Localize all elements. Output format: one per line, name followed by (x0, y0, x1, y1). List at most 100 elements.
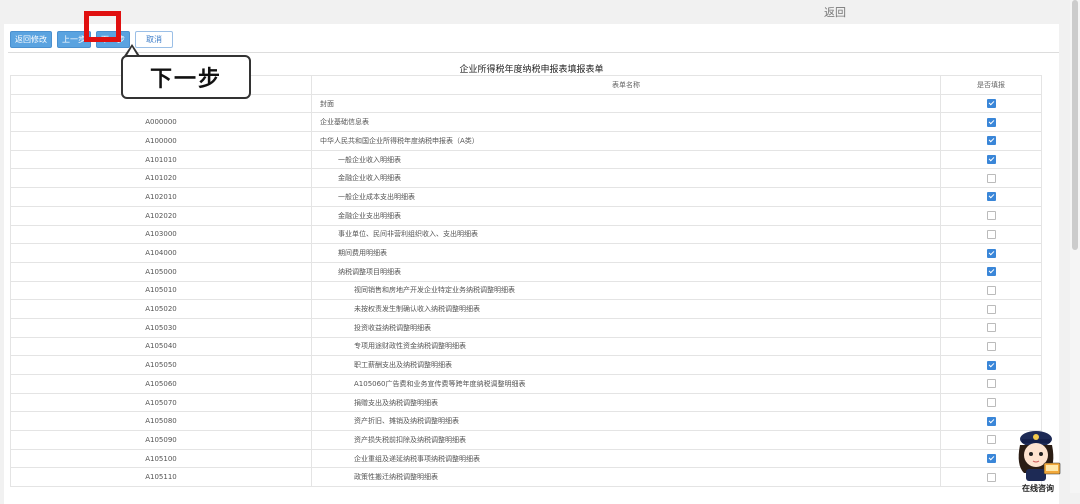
fill-checkbox[interactable] (986, 211, 996, 221)
form-name-cell: 视同销售和房地产开发企业特定业务纳税调整明细表 (311, 280, 941, 301)
form-name-cell: 职工薪酬支出及纳税调整明细表 (311, 355, 941, 375)
form-name-cell: 投资收益纳税调整明细表 (311, 317, 941, 338)
fill-check-cell (940, 280, 1042, 301)
fill-check-cell (940, 355, 1042, 375)
table-row: A105070 捐赠支出及纳税调整明细表 (10, 392, 1042, 413)
fill-check-cell (940, 224, 1042, 245)
fill-checkbox[interactable] (986, 173, 996, 183)
fill-check-cell (940, 93, 1042, 114)
table-row: A105100 企业重组及递延纳税事项纳税调整明细表 (10, 448, 1042, 469)
table-row: A000000 企业基础信息表 (10, 112, 1042, 133)
fill-checkbox[interactable] (986, 304, 996, 314)
form-name-cell: 专项用途财政性资金纳税调整明细表 (311, 336, 941, 357)
form-code-cell: A105090 (10, 430, 312, 450)
mascot-icon[interactable]: 在线咨询 (1002, 425, 1074, 493)
form-name-cell: 期间费用明细表 (311, 243, 941, 263)
table-row: A105110 政策性搬迁纳税调整明细表 (10, 467, 1042, 488)
form-code-cell: A105110 (10, 467, 312, 488)
table-row: A100000 中华人民共和国企业所得税年度纳税申报表（A类） (10, 131, 1042, 151)
fill-checkbox[interactable] (986, 192, 996, 202)
fill-checkbox[interactable] (986, 136, 996, 146)
fill-checkbox[interactable] (986, 267, 996, 277)
fill-check-cell (940, 374, 1042, 394)
fill-check-cell (940, 187, 1042, 207)
form-code-cell: A105040 (10, 336, 312, 357)
fill-checkbox[interactable] (986, 379, 996, 389)
form-name-cell: 政策性搬迁纳税调整明细表 (311, 467, 941, 488)
form-name-cell: 纳税调整项目明细表 (311, 261, 941, 282)
fill-checkbox[interactable] (986, 99, 996, 109)
table-row: A104000 期间费用明细表 (10, 243, 1042, 263)
table-row: A105060 A105060广告费和业务宣传费等跨年度纳税调整明细表 (10, 374, 1042, 394)
form-name-cell: 封面 (311, 93, 941, 114)
table-row: A105010 视同销售和房地产开发企业特定业务纳税调整明细表 (10, 280, 1042, 301)
form-name-cell: 企业重组及递延纳税事项纳税调整明细表 (311, 448, 941, 469)
fill-checkbox[interactable] (986, 155, 996, 165)
form-name-cell: 未按权责发生制确认收入纳税调整明细表 (311, 299, 941, 319)
table-row: A105020 未按权责发生制确认收入纳税调整明细表 (10, 299, 1042, 319)
fill-checkbox[interactable] (986, 416, 996, 426)
fill-checkbox[interactable] (986, 341, 996, 351)
table-row: A105000 纳税调整项目明细表 (10, 261, 1042, 282)
form-code-cell: A105020 (10, 299, 312, 319)
back-modify-button[interactable]: 返回修改 (10, 31, 52, 48)
form-code-cell: A105100 (10, 448, 312, 469)
form-code-cell: A102010 (10, 187, 312, 207)
form-table: 表单名称 是否填报 封面 A000000 企业基础信息表 A100000 中华人民共和国… (10, 75, 1042, 488)
fill-check-cell (940, 131, 1042, 151)
form-name-cell: 企业基础信息表 (311, 112, 941, 133)
table-row: A102020 金融企业支出明细表 (10, 205, 1042, 226)
fill-checkbox[interactable] (986, 360, 996, 370)
table-row: A102010 一般企业成本支出明细表 (10, 187, 1042, 207)
name-column-header: 表单名称 (311, 75, 941, 95)
form-code-cell: A105080 (10, 411, 312, 432)
form-name-cell: 资产损失税前扣除及纳税调整明细表 (311, 430, 941, 450)
form-code-cell: A104000 (10, 243, 312, 263)
fill-checkbox[interactable] (986, 398, 996, 408)
fill-checkbox[interactable] (986, 285, 996, 295)
toolbar-divider (8, 52, 1059, 53)
fill-checkbox[interactable] (986, 117, 996, 127)
scrollbar-thumb[interactable] (1072, 0, 1078, 250)
form-code-cell: A102020 (10, 205, 312, 226)
fill-check-cell (940, 205, 1042, 226)
fill-check-cell (940, 299, 1042, 319)
scrollbar[interactable] (1070, 0, 1080, 493)
form-code-cell: A101010 (10, 149, 312, 170)
table-row: A103000 事业单位、民间非营利组织收入、支出明细表 (10, 224, 1042, 245)
form-code-cell: A000000 (10, 112, 312, 133)
table-row: A105030 投资收益纳税调整明细表 (10, 317, 1042, 338)
form-name-cell: A105060广告费和业务宣传费等跨年度纳税调整明细表 (311, 374, 941, 394)
fill-checkbox[interactable] (986, 472, 996, 482)
fill-checkbox[interactable] (986, 229, 996, 239)
table-row: A105090 资产损失税前扣除及纳税调整明细表 (10, 430, 1042, 450)
next-step-highlight (84, 11, 121, 42)
fill-check-cell (940, 336, 1042, 357)
form-code-cell: A103000 (10, 224, 312, 245)
cancel-button[interactable]: 取消 (135, 31, 173, 48)
fill-check-cell (940, 243, 1042, 263)
form-code-cell: A105070 (10, 392, 312, 413)
form-code-cell: A105010 (10, 280, 312, 301)
table-row: A105080 资产折旧、摊销及纳税调整明细表 (10, 411, 1042, 432)
form-name-cell: 一般企业成本支出明细表 (311, 187, 941, 207)
form-name-cell: 金融企业收入明细表 (311, 168, 941, 189)
form-code-cell: A105050 (10, 355, 312, 375)
form-name-cell: 一般企业收入明细表 (311, 149, 941, 170)
form-code-cell: A105000 (10, 261, 312, 282)
fill-check-cell (940, 317, 1042, 338)
fill-checkbox[interactable] (986, 454, 996, 464)
return-link[interactable]: 返回 (824, 4, 846, 20)
fill-check-cell (940, 168, 1042, 189)
table-row: A105050 职工薪酬支出及纳税调整明细表 (10, 355, 1042, 375)
table-row: A101010 一般企业收入明细表 (10, 149, 1042, 170)
fill-checkbox[interactable] (986, 323, 996, 333)
fill-check-cell (940, 112, 1042, 133)
form-code-cell: A101020 (10, 168, 312, 189)
form-code-cell: A105030 (10, 317, 312, 338)
fill-checkbox[interactable] (986, 435, 996, 445)
fill-check-cell (940, 149, 1042, 170)
form-name-cell: 捐赠支出及纳税调整明细表 (311, 392, 941, 413)
fill-checkbox[interactable] (986, 248, 996, 258)
fill-check-cell (940, 261, 1042, 282)
